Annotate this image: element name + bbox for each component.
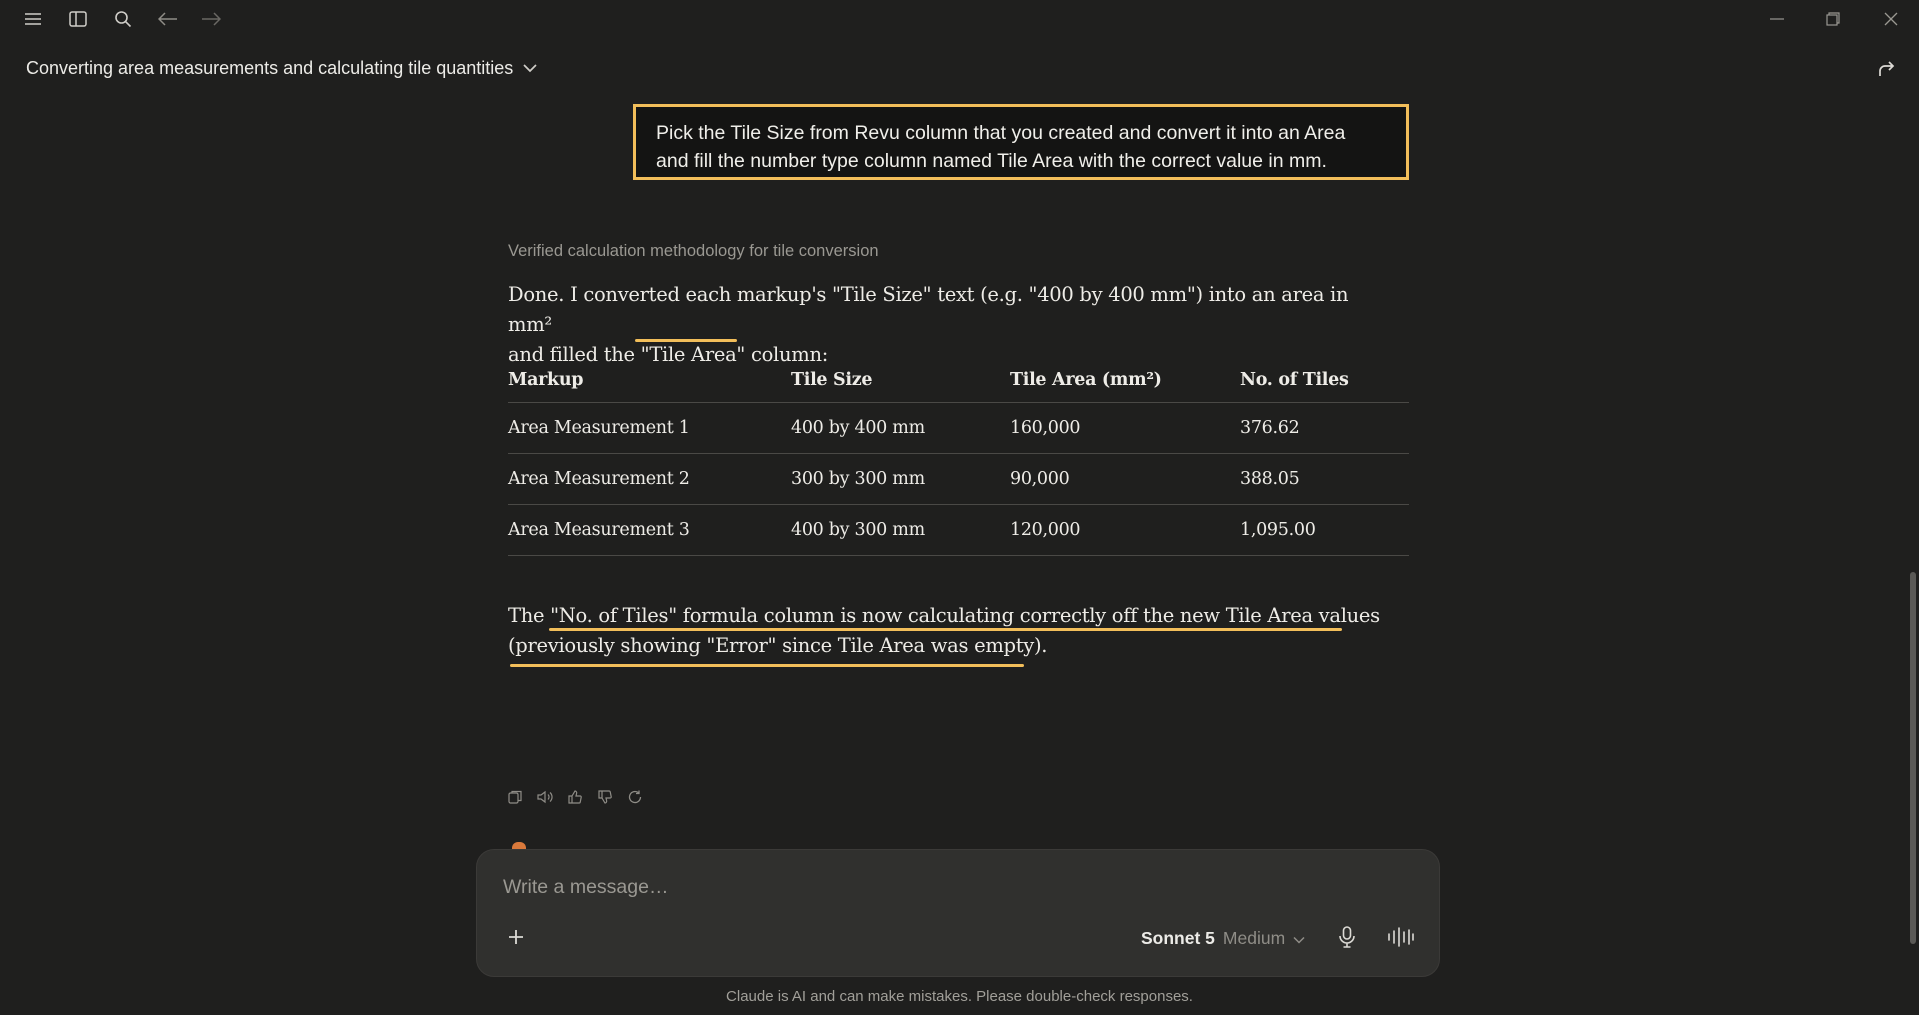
table-cell: 376.62 bbox=[1240, 402, 1409, 454]
thinking-summary[interactable]: Verified calculation methodology for til… bbox=[508, 242, 879, 261]
table-cell: 1,095.00 bbox=[1240, 504, 1409, 556]
table-cell: 160,000 bbox=[1010, 402, 1240, 454]
response-intro: Done. I converted each markup's "Tile Si… bbox=[508, 280, 1368, 370]
title-bar bbox=[0, 0, 1919, 38]
column-header: Tile Size bbox=[791, 358, 1010, 403]
minimize-icon[interactable] bbox=[1766, 8, 1788, 30]
thumbs-up-icon[interactable] bbox=[566, 788, 584, 806]
forward-arrow-icon[interactable] bbox=[200, 8, 222, 30]
back-arrow-icon[interactable] bbox=[157, 8, 179, 30]
disclaimer: Claude is AI and can make mistakes. Plea… bbox=[726, 988, 1193, 1005]
table-cell: 90,000 bbox=[1010, 453, 1240, 505]
user-message-line: and fill the number type column named Ti… bbox=[656, 150, 1327, 172]
voice-mode-icon[interactable] bbox=[1387, 926, 1415, 953]
highlight-underline bbox=[549, 628, 1342, 631]
closing-line: (previously showing "Error" since Tile A… bbox=[508, 634, 1048, 657]
table-cell: 400 by 300 mm bbox=[791, 504, 1010, 556]
user-message: Pick the Tile Size from Revu column that… bbox=[633, 104, 1409, 180]
model-selector[interactable]: Sonnet 5 Medium bbox=[1141, 928, 1305, 949]
search-icon[interactable] bbox=[112, 8, 134, 30]
table-row: Area Measurement 1 400 by 400 mm 160,000… bbox=[508, 402, 1409, 454]
sidebar-icon[interactable] bbox=[67, 8, 89, 30]
highlight-underline bbox=[510, 664, 1024, 667]
highlight-underline bbox=[635, 339, 737, 342]
copy-icon[interactable] bbox=[506, 788, 524, 806]
table-header-row: Markup Tile Size Tile Area (mm²) No. of … bbox=[508, 358, 1409, 403]
table-row: Area Measurement 2 300 by 300 mm 90,000 … bbox=[508, 453, 1409, 505]
close-icon[interactable] bbox=[1880, 8, 1902, 30]
effort-level: Medium bbox=[1222, 928, 1286, 948]
chevron-down-icon bbox=[1293, 928, 1305, 949]
closing-line: The "No. of Tiles" formula column is now… bbox=[508, 604, 1380, 627]
column-header: No. of Tiles bbox=[1240, 358, 1409, 403]
column-header: Markup bbox=[508, 358, 791, 403]
message-composer: Sonnet 5 Medium bbox=[476, 849, 1440, 977]
results-table: Markup Tile Size Tile Area (mm²) No. of … bbox=[508, 358, 1409, 556]
menu-icon[interactable] bbox=[22, 8, 44, 30]
table-cell: 300 by 300 mm bbox=[791, 453, 1010, 505]
add-attachment-icon[interactable] bbox=[505, 926, 527, 948]
table-cell: Area Measurement 3 bbox=[508, 504, 791, 556]
model-name: Sonnet 5 bbox=[1141, 928, 1215, 948]
table-cell: 388.05 bbox=[1240, 453, 1409, 505]
restore-icon[interactable] bbox=[1822, 8, 1844, 30]
table-cell: 120,000 bbox=[1010, 504, 1240, 556]
table-cell: 400 by 400 mm bbox=[791, 402, 1010, 454]
conversation-title: Converting area measurements and calcula… bbox=[26, 58, 514, 78]
chevron-down-icon bbox=[523, 60, 537, 78]
retry-icon[interactable] bbox=[626, 788, 644, 806]
microphone-icon[interactable] bbox=[1337, 926, 1357, 953]
conversation-title-button[interactable]: Converting area measurements and calcula… bbox=[26, 58, 537, 79]
table-row: Area Measurement 3 400 by 300 mm 120,000… bbox=[508, 504, 1409, 556]
intro-line: Done. I converted each markup's "Tile Si… bbox=[508, 283, 1349, 336]
user-message-line: Pick the Tile Size from Revu column that… bbox=[656, 122, 1346, 144]
speaker-icon[interactable] bbox=[536, 788, 554, 806]
table-cell: Area Measurement 2 bbox=[508, 453, 791, 505]
share-icon[interactable] bbox=[1877, 60, 1895, 83]
scrollbar[interactable] bbox=[1910, 572, 1916, 944]
message-actions bbox=[506, 788, 644, 806]
column-header: Tile Area (mm²) bbox=[1010, 358, 1240, 403]
response-closing: The "No. of Tiles" formula column is now… bbox=[508, 601, 1408, 661]
message-input[interactable] bbox=[503, 876, 1383, 899]
table-cell: Area Measurement 1 bbox=[508, 402, 791, 454]
thumbs-down-icon[interactable] bbox=[596, 788, 614, 806]
